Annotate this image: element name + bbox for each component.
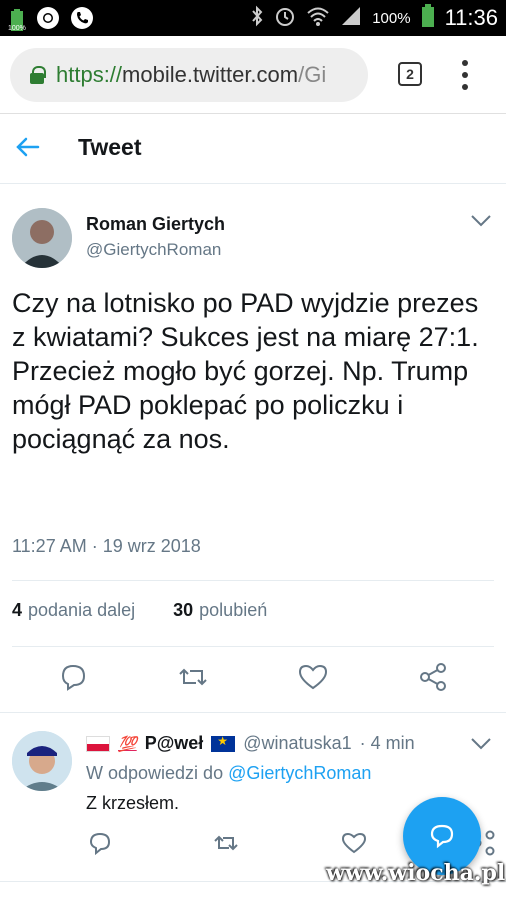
browser-toolbar: https://mobile.twitter.com/Gi 2 [0, 36, 506, 114]
back-arrow-icon[interactable] [14, 134, 40, 167]
url-scheme: https:// [56, 62, 123, 87]
battery-percent: 100% [372, 9, 411, 27]
retweets-stat[interactable]: 4 podania dalej [12, 600, 135, 621]
author-handle[interactable]: @GiertychRoman [86, 240, 221, 260]
battery-icon [421, 4, 435, 32]
tweet-text: Czy na lotnisko po PAD wyjdzie prezes z … [12, 288, 479, 454]
likes-label: polubień [199, 600, 268, 620]
share-icon[interactable] [416, 660, 450, 694]
retweet-icon[interactable] [212, 829, 240, 862]
alarm-icon [274, 5, 296, 31]
retweet-icon[interactable] [176, 660, 210, 694]
reply-author-name[interactable]: P@weł [145, 733, 204, 754]
signal-icon [340, 5, 362, 31]
tweet-timestamp[interactable]: 11:27 AM · 19 wrz 2018 [12, 536, 201, 557]
status-bar: 100% 100% 11:36 [0, 0, 506, 36]
avatar[interactable] [12, 731, 72, 791]
page-header: Tweet [0, 114, 506, 184]
retweets-count: 4 [12, 600, 23, 620]
address-bar[interactable]: https://mobile.twitter.com/Gi [10, 48, 368, 102]
likes-stat[interactable]: 30 polubień [173, 600, 267, 621]
reply-author-handle[interactable]: @winatuska1 [243, 733, 351, 754]
reply-icon[interactable] [56, 660, 90, 694]
phone-icon [70, 6, 94, 35]
bluetooth-icon [250, 5, 264, 31]
eu-flag-icon [211, 734, 236, 752]
browser-menu-icon[interactable] [460, 60, 470, 90]
reply-text: Z krzesłem. [86, 793, 180, 813]
clock: 11:36 [444, 5, 498, 30]
watermark: www.wiocha.pl [326, 860, 506, 886]
reply-icon[interactable] [86, 829, 114, 862]
hundred-emoji: 💯 [118, 735, 137, 753]
divider [12, 646, 494, 647]
lock-icon [30, 66, 46, 84]
reply-time: · 4 min [359, 733, 415, 753]
reply-header: 💯 P@weł @winatuska1 · 4 min [86, 733, 415, 754]
reply-to-prefix: W odpowiedzi do [86, 763, 224, 783]
tweet-actions [0, 654, 506, 702]
page-title: Tweet [78, 134, 142, 160]
url-path: /Gi [298, 62, 327, 87]
like-icon[interactable] [340, 829, 368, 862]
tab-switcher-button[interactable]: 2 [398, 62, 422, 86]
chevron-down-icon[interactable] [470, 737, 492, 756]
avatar[interactable] [12, 208, 72, 268]
like-icon[interactable] [296, 660, 330, 694]
url-host: mobile.twitter.com [122, 62, 299, 87]
author-name[interactable]: Roman Giertych [86, 214, 225, 235]
chevron-down-icon[interactable] [470, 214, 492, 233]
wifi-icon [306, 5, 330, 31]
likes-count: 30 [173, 600, 194, 620]
speech-bubble-icon [428, 822, 456, 855]
poland-flag-icon [86, 735, 110, 752]
chrome-icon [36, 6, 60, 35]
battery-small-label: 100% [8, 24, 26, 32]
reply-to-mention[interactable]: @GiertychRoman [228, 763, 371, 783]
retweets-label: podania dalej [28, 600, 136, 620]
reply-to-line: W odpowiedzi do @GiertychRoman [86, 763, 371, 784]
divider [12, 580, 494, 581]
tweet-stats: 4 podania dalej 30 polubień [12, 600, 267, 621]
battery-notification-icon: 100% [8, 8, 26, 33]
